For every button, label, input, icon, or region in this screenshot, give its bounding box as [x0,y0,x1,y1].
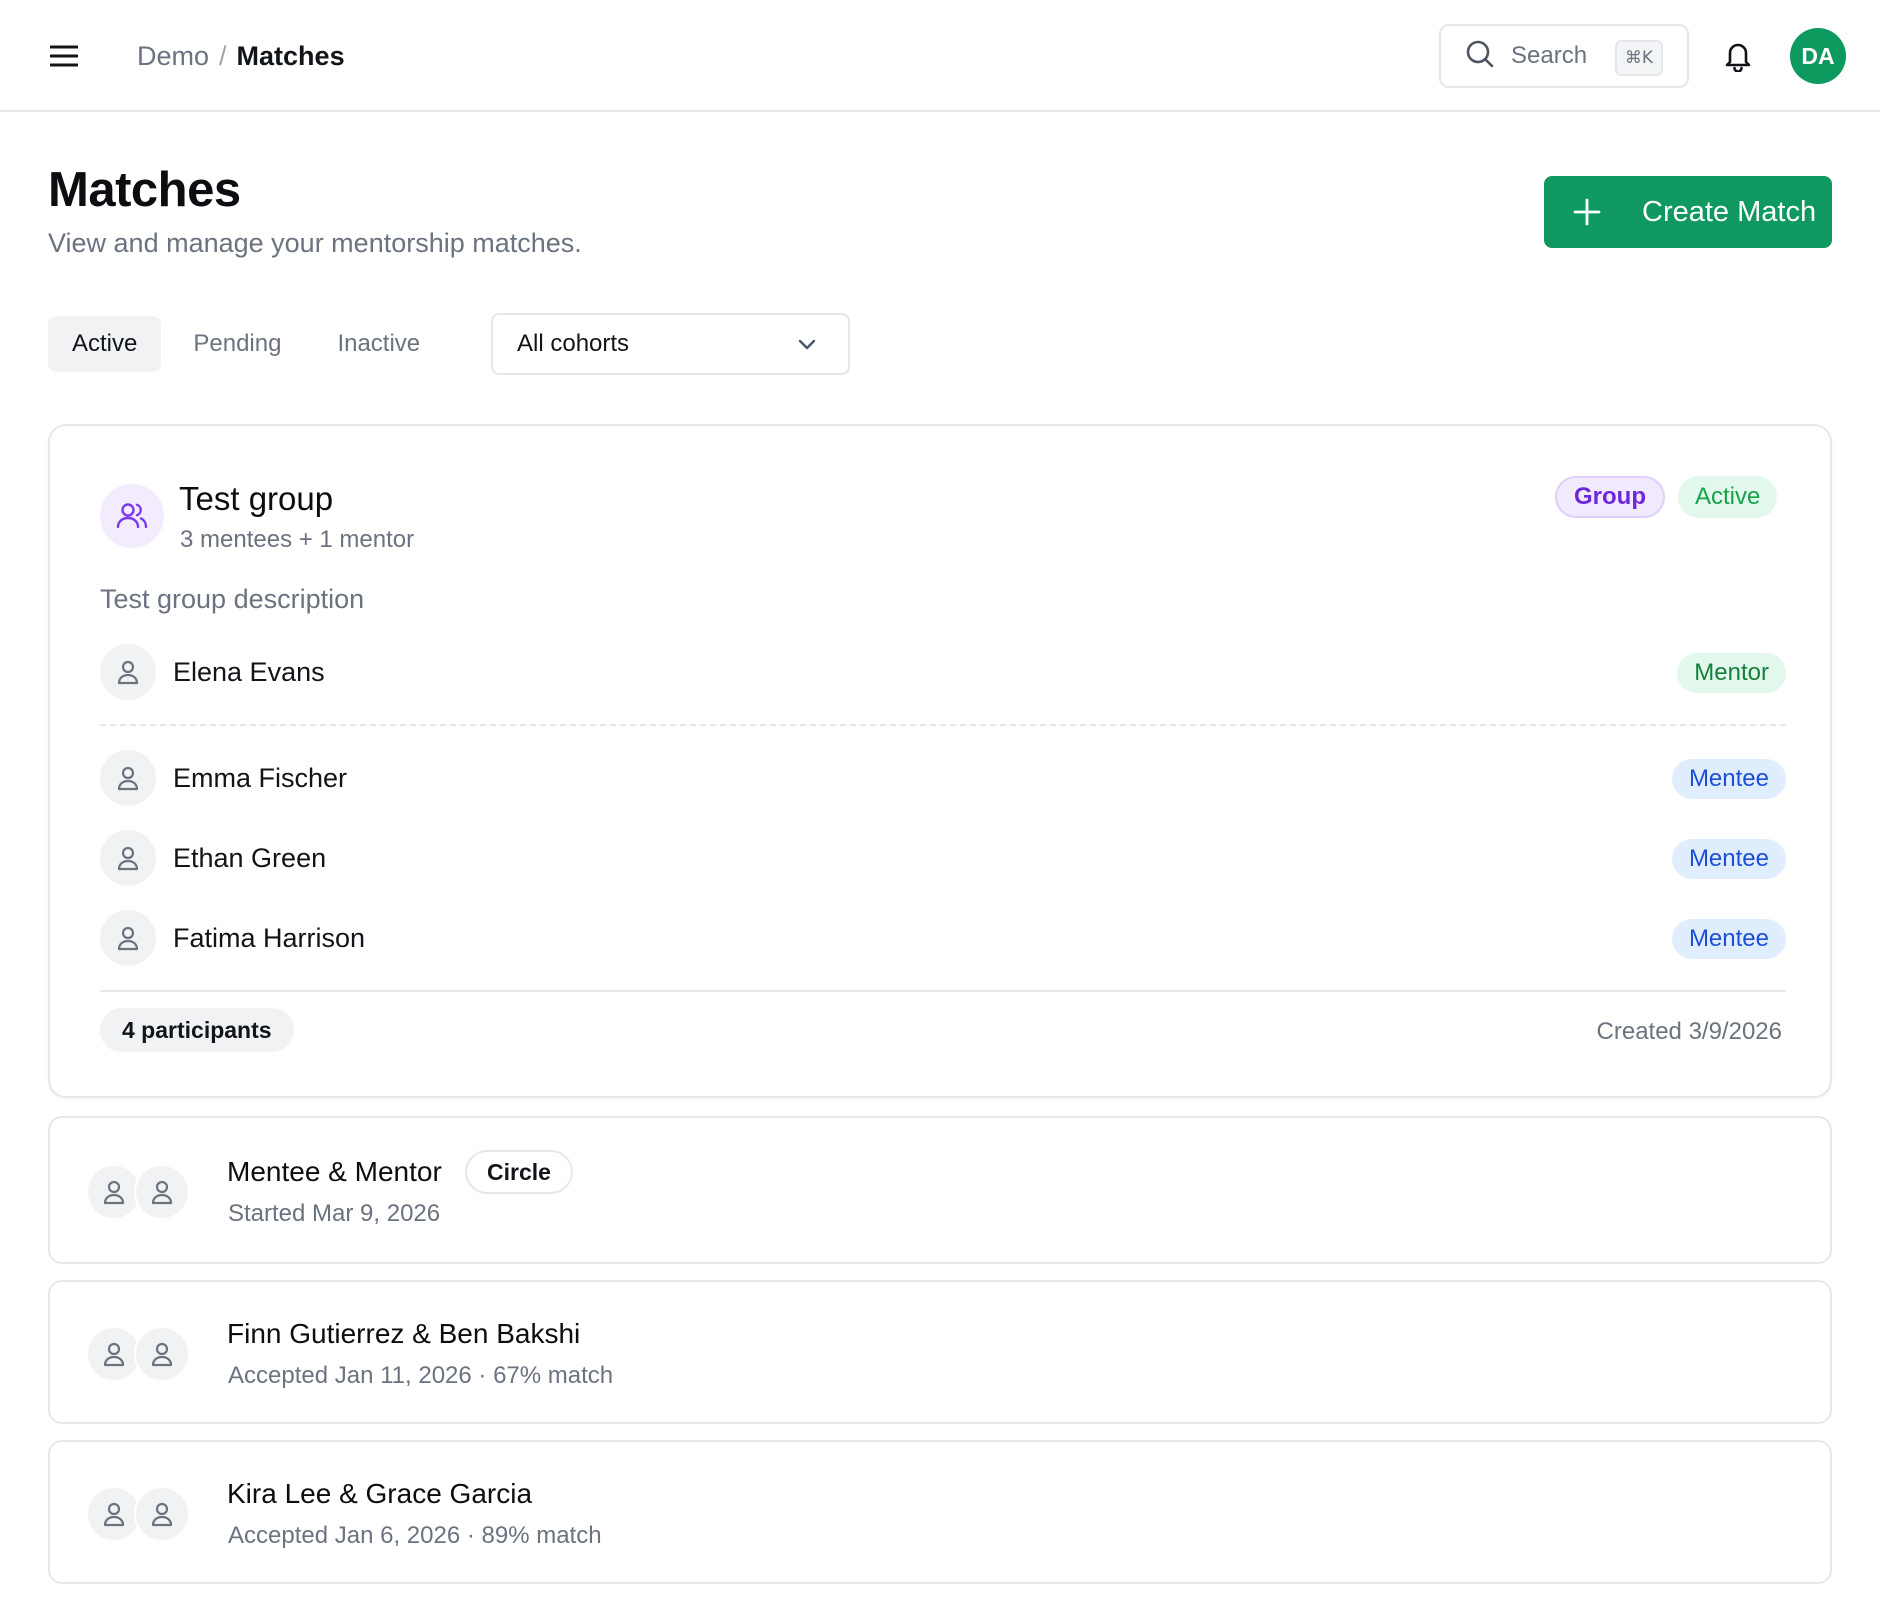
user-icon [100,910,156,966]
created-date: Created 3/9/2026 [1596,1018,1782,1045]
breadcrumb-demo[interactable]: Demo [137,41,209,72]
match-subtitle: Started Mar 9, 2026 [228,1200,441,1227]
match-card[interactable]: Kira Lee & Grace Garcia Accepted Jan 6, … [48,1440,1832,1584]
breadcrumb-matches: Matches [236,40,345,71]
participants-badge: 4 participants [100,1008,294,1052]
group-subtitle: 3 mentees + 1 mentor [180,526,415,553]
group-description: Test group description [100,584,365,614]
plus-icon [1572,197,1602,227]
avatar-pair [86,1164,194,1220]
member-name: Ethan Green [173,842,327,873]
group-icon [100,484,164,548]
tab-inactive[interactable]: Inactive [313,316,444,372]
menu-icon[interactable] [44,38,84,74]
page-title: Matches [48,163,241,217]
avatar-pair [86,1326,194,1382]
member-name: Emma Fischer [173,762,348,793]
bell-icon[interactable] [1718,36,1758,76]
match-card[interactable]: Mentee & Mentor Circle Started Mar 9, 20… [48,1116,1832,1264]
tab-active[interactable]: Active [48,316,162,372]
member-row: Fatima Harrison Mentee [100,910,1786,966]
match-title: Mentee & Mentor [227,1156,442,1187]
group-match-card[interactable]: Test group 3 mentees + 1 mentor Group Ac… [48,424,1832,1098]
role-badge: Mentee [1671,919,1786,959]
cohort-select[interactable]: All cohorts [491,313,850,375]
match-type-badge: Circle [465,1150,573,1194]
page-subtitle: View and manage your mentorship matches. [48,228,582,258]
breadcrumb-separator: / [219,40,227,71]
user-icon [100,750,156,806]
cohort-select-value: All cohorts [517,330,630,357]
member-row: Ethan Green Mentee [100,830,1786,886]
user-icon [134,1326,190,1382]
match-subtitle: Accepted Jan 11, 2026 · 67% match [228,1362,614,1389]
match-title: Kira Lee & Grace Garcia [227,1478,533,1509]
status-badge: Active [1678,476,1778,518]
user-avatar[interactable]: DA [1790,28,1846,84]
role-badge: Mentee [1671,839,1786,879]
search-icon [1465,39,1495,74]
match-card[interactable]: Finn Gutierrez & Ben Bakshi Accepted Jan… [48,1280,1832,1424]
group-title: Test group [179,480,334,517]
top-bar: Demo / Matches Search ⌘K DA [0,0,1880,112]
breadcrumb: Demo / Matches [137,38,345,74]
match-title: Finn Gutierrez & Ben Bakshi [227,1318,581,1349]
user-icon [134,1486,190,1542]
member-name: Fatima Harrison [173,922,366,953]
divider [100,990,1786,992]
create-match-label: Create Match [1642,195,1817,228]
avatar-pair [86,1486,194,1542]
role-badge: Mentor [1677,653,1786,693]
search-button[interactable]: Search ⌘K [1439,24,1689,88]
divider [100,724,1786,726]
search-label: Search [1511,42,1588,69]
user-icon [134,1164,190,1220]
search-shortcut: ⌘K [1614,40,1663,76]
user-icon [100,830,156,886]
member-row: Emma Fischer Mentee [100,750,1786,806]
member-row: Elena Evans Mentor [100,644,1786,700]
chevron-down-icon [796,333,818,362]
match-subtitle: Accepted Jan 6, 2026 · 89% match [228,1522,602,1549]
group-type-badge: Group [1555,476,1665,518]
status-tabs: Active Pending Inactive [48,316,452,372]
user-icon [100,644,156,700]
role-badge: Mentee [1671,759,1786,799]
tab-pending[interactable]: Pending [169,316,305,372]
member-name: Elena Evans [173,656,325,687]
create-match-button[interactable]: Create Match [1544,176,1832,248]
